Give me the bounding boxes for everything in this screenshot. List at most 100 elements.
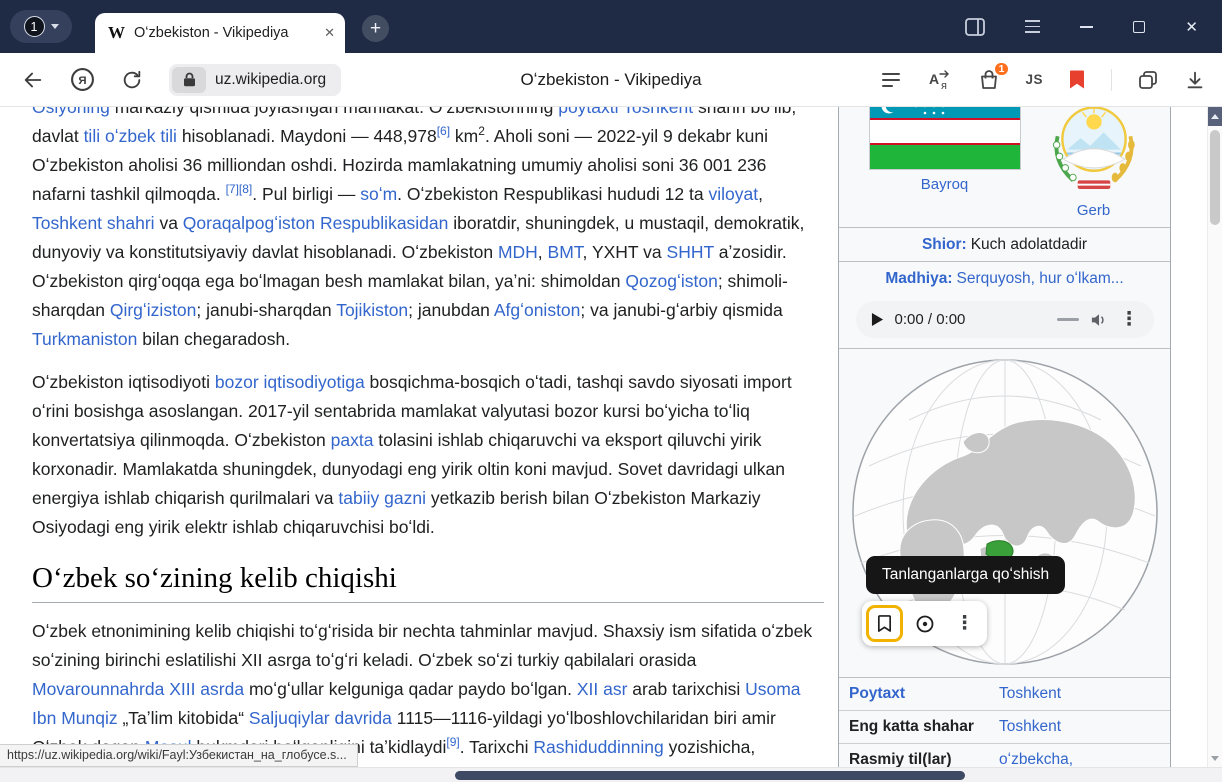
tab-close-icon[interactable]	[324, 25, 335, 41]
sidebar-panel-icon[interactable]	[965, 18, 985, 36]
article-link[interactable]: Tojikiston	[336, 300, 408, 320]
vertical-scrollbar-thumb[interactable]	[1210, 130, 1220, 225]
address-bar[interactable]: uz.wikipedia.org	[169, 64, 341, 96]
status-url-popup: https://uz.wikipedia.org/wiki/Fayl:Узбек…	[0, 744, 358, 767]
article-link[interactable]: MDH	[498, 242, 538, 262]
new-tab-button[interactable]	[362, 15, 389, 42]
tabbar-menu-icon[interactable]	[1025, 20, 1040, 32]
volume-icon[interactable]	[1090, 312, 1109, 328]
article-text: markaziy qismida joylashgan mamlakat. Oʻ…	[110, 107, 558, 117]
motto-row: Shior:Kuch adolatdadir	[839, 227, 1170, 261]
scroll-down-icon[interactable]	[1208, 751, 1222, 766]
close-button[interactable]	[1185, 18, 1198, 36]
svg-text:A: A	[929, 71, 939, 87]
reader-mode-icon[interactable]	[880, 70, 902, 90]
browser-tab-active[interactable]: W Oʻzbekiston - Vikipediya	[95, 13, 345, 53]
section-heading: Oʻzbek soʻzining kelib chiqishi	[32, 562, 824, 603]
image-more-options-button[interactable]	[946, 605, 983, 642]
translate-icon[interactable]: Aя	[927, 69, 953, 91]
infobox-row-label: Eng katta shahar	[849, 718, 999, 736]
browser-titlebar: 1 W Oʻzbekiston - Vikipediya	[0, 0, 1222, 53]
infobox-row-label: Rasmiy til(lar)	[849, 751, 999, 767]
horizontal-scrollbar-thumb[interactable]	[455, 771, 965, 780]
visual-search-button[interactable]	[906, 605, 943, 642]
article-link[interactable]: Rashiduddinning	[533, 737, 663, 757]
audio-time: 0:00 / 0:00	[895, 311, 966, 328]
country-infobox: Bayroq Gerb	[838, 107, 1171, 767]
article-link[interactable]: Movarounnahrda	[32, 679, 164, 699]
article-link[interactable]: Saljuqiylar davrida	[249, 708, 392, 728]
article-text: ; janubdan	[408, 300, 494, 320]
minimize-button[interactable]	[1080, 26, 1093, 28]
infobox-row-label[interactable]: Poytaxt	[849, 685, 999, 703]
article-paragraph: Oʻzbekiston iqtisodiyoti bozor iqtisodiy…	[32, 368, 824, 542]
article-link[interactable]: viloyat	[708, 184, 758, 204]
article-link[interactable]: soʻm	[360, 184, 397, 204]
back-button[interactable]	[22, 69, 44, 91]
chevron-down-icon	[51, 24, 59, 29]
article-link[interactable]: [7]	[226, 182, 239, 196]
article-link[interactable]: SHHT	[667, 242, 714, 262]
article-link[interactable]: Turkmaniston	[32, 329, 137, 349]
article-text: va	[155, 213, 183, 233]
article-text: Oʻzbekiston iqtisodiyoti	[32, 372, 215, 392]
refresh-button[interactable]	[121, 69, 143, 91]
anthem-label-link[interactable]: Madhiya:	[885, 270, 952, 287]
article-link[interactable]: Qirgʻiziston	[110, 300, 197, 320]
tabs-panel-icon[interactable]	[1137, 69, 1159, 91]
uzbekistan-flag-image[interactable]	[870, 107, 1020, 169]
infobox-row-value[interactable]: Toshkent	[999, 718, 1160, 736]
infobox-row-value[interactable]: Toshkent	[999, 685, 1160, 703]
article-link[interactable]: tabiiy gazni	[338, 488, 426, 508]
article-link[interactable]: Toshkent shahri	[32, 213, 155, 233]
article-link[interactable]: paxta	[331, 430, 374, 450]
vertical-scrollbar[interactable]	[1207, 107, 1222, 767]
tab-group-chip[interactable]: 1	[10, 10, 72, 43]
audio-player[interactable]: 0:00 / 0:00	[856, 301, 1154, 338]
article-link[interactable]: Qozogʻiston	[625, 271, 717, 291]
seek-slider[interactable]	[1057, 318, 1079, 321]
toolbar-divider	[1111, 69, 1112, 91]
lock-icon[interactable]	[172, 67, 206, 93]
scroll-up-icon[interactable]	[1208, 107, 1222, 126]
motto-label-link[interactable]: Shior:	[922, 236, 967, 253]
article-link[interactable]: BMT	[548, 242, 583, 262]
play-icon[interactable]	[871, 312, 884, 327]
table-row: Eng katta shahar Toshkent	[839, 710, 1170, 743]
browser-toolbar: Oʻzbekiston - Vikipediya Я uz.wikipedia.…	[0, 53, 1222, 107]
article-link[interactable]: [9]	[446, 735, 459, 749]
flag-caption-link[interactable]: Bayroq	[870, 176, 1020, 193]
anthem-title-link[interactable]: Serquyosh, hur oʻlkam...	[957, 270, 1124, 287]
extension-badge: 1	[993, 61, 1011, 77]
article-link[interactable]: XII asr	[577, 679, 628, 699]
article-link[interactable]: [8]	[239, 182, 252, 196]
download-icon[interactable]	[1184, 69, 1206, 91]
article-link[interactable]: Osiyoning	[32, 107, 110, 117]
article-text: Oʻzbek etnonimining kelib chiqishi toʻgʻ…	[32, 621, 812, 670]
page-content: Osiyoning markaziy qismida joylashgan ma…	[0, 107, 1222, 767]
article-link[interactable]: Toshkent	[623, 107, 693, 117]
article-link[interactable]: [6]	[437, 124, 450, 138]
article-link[interactable]: Afgʻoniston	[494, 300, 581, 320]
emblem-caption-link[interactable]: Gerb	[1048, 202, 1140, 219]
infobox-row-value[interactable]: oʻzbekcha, qoraqalpoqcha	[999, 751, 1160, 767]
article-text: . Tarixchi	[460, 737, 534, 757]
article-link[interactable]: oʻzbek tili	[105, 126, 177, 146]
article-text: ,	[538, 242, 548, 262]
js-toggle-icon[interactable]: JS	[1025, 72, 1043, 87]
article-link[interactable]: tili	[84, 126, 101, 146]
yandex-logo-icon[interactable]: Я	[70, 67, 95, 92]
article-link[interactable]: XIII asrda	[169, 679, 244, 699]
maximize-button[interactable]	[1133, 21, 1145, 33]
uzbekistan-emblem-image[interactable]	[1048, 107, 1140, 190]
bookmark-icon[interactable]	[1068, 69, 1086, 90]
horizontal-scrollbar[interactable]	[0, 767, 1222, 782]
add-to-collection-button[interactable]	[866, 605, 903, 642]
article-link[interactable]: poytaxti	[558, 107, 618, 117]
extensions-icon[interactable]: 1	[978, 69, 1000, 91]
article-link[interactable]: bozor iqtisodiyotiga	[215, 372, 365, 392]
article-text: ; va janubi-gʻarbiy qismida	[580, 300, 782, 320]
article-link[interactable]: Qoraqalpogʻiston Respublikasidan	[183, 213, 449, 233]
article-text: arab tarixchisi	[627, 679, 745, 699]
audio-menu-icon[interactable]	[1120, 310, 1139, 330]
